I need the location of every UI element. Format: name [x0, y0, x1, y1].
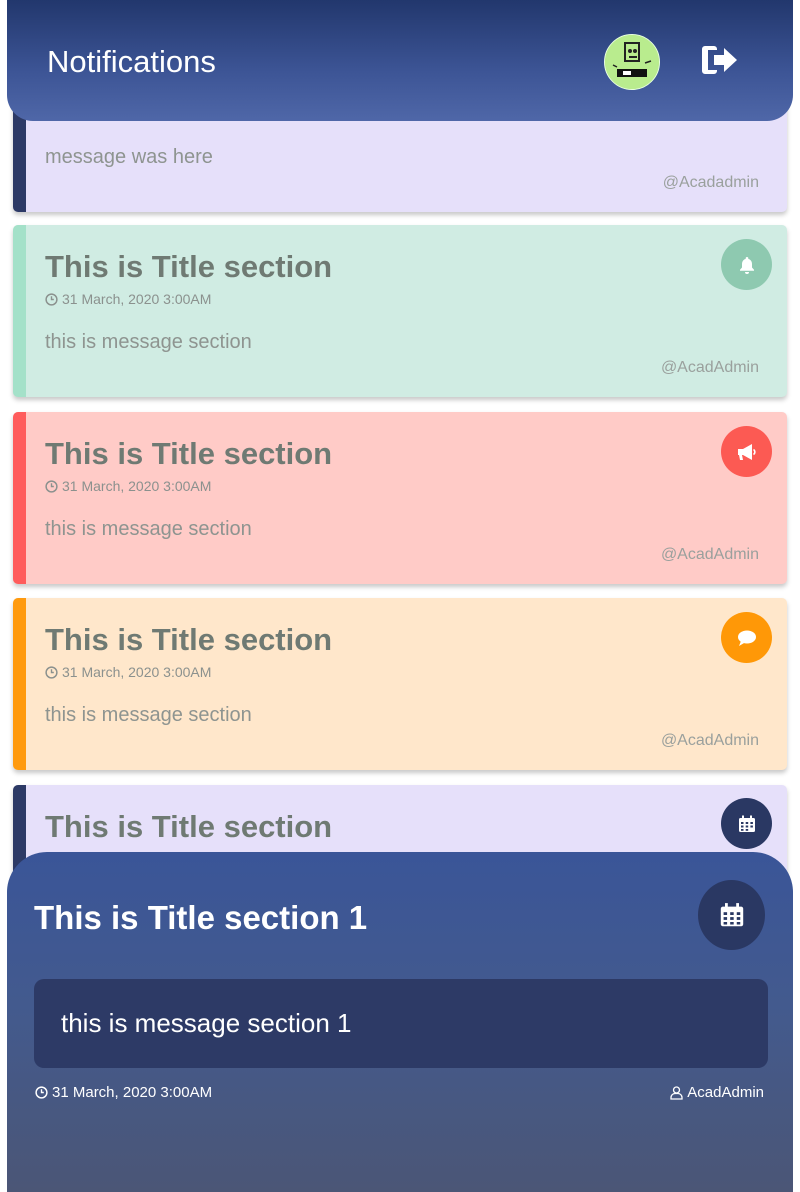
- sign-out-icon[interactable]: [700, 40, 740, 80]
- avatar-image: [605, 35, 659, 89]
- page-title: Notifications: [47, 44, 216, 79]
- card-stripe: [13, 412, 26, 584]
- notification-card[interactable]: This is Title section 31 March, 2020 3:0…: [13, 598, 787, 770]
- detail-author: AcadAdmin: [670, 1084, 764, 1101]
- card-author: @AcadAdmin: [660, 359, 759, 376]
- detail-message: this is message section 1: [34, 979, 768, 1068]
- card-author: @AcadAdmin: [660, 732, 759, 749]
- card-stripe: [13, 225, 26, 397]
- calendar-icon: [698, 880, 765, 950]
- calendar-icon: [721, 798, 772, 849]
- card-message: this is message section: [45, 518, 252, 540]
- app-header: Notifications: [7, 0, 793, 121]
- comment-icon: [721, 612, 772, 663]
- avatar[interactable]: [604, 34, 660, 90]
- clock-icon: [45, 479, 58, 493]
- detail-author-text: AcadAdmin: [687, 1084, 764, 1101]
- card-message: this is message section: [45, 331, 252, 353]
- card-message: this is message section: [45, 704, 252, 726]
- clock-icon: [35, 1086, 48, 1099]
- card-date-text: 31 March, 2020 3:00AM: [62, 478, 212, 494]
- megaphone-icon: [721, 426, 772, 477]
- card-title: This is Title section: [45, 436, 333, 471]
- detail-title: This is Title section 1: [34, 899, 368, 936]
- card-message: message was here: [45, 146, 213, 168]
- notification-card[interactable]: This is Title section 31 March, 2020 3:0…: [13, 412, 787, 584]
- card-title: This is Title section: [45, 249, 333, 284]
- clock-icon: [45, 665, 58, 679]
- card-author: @Acadadmin: [662, 174, 759, 191]
- bell-icon: [721, 239, 772, 290]
- user-icon: [670, 1085, 683, 1100]
- card-title: This is Title section: [45, 622, 333, 657]
- detail-date: 31 March, 2020 3:00AM: [35, 1084, 212, 1101]
- card-title: This is Title section: [45, 809, 333, 844]
- card-author: @AcadAdmin: [660, 546, 759, 563]
- card-date: 31 March, 2020 3:00AM: [45, 664, 211, 680]
- card-date-text: 31 March, 2020 3:00AM: [62, 291, 212, 307]
- clock-icon: [45, 292, 58, 306]
- card-date: 31 March, 2020 3:00AM: [45, 291, 211, 307]
- notification-detail-sheet[interactable]: This is Title section 1 this is message …: [7, 852, 793, 1192]
- card-stripe: [13, 598, 26, 770]
- card-date-text: 31 March, 2020 3:00AM: [62, 664, 212, 680]
- detail-date-text: 31 March, 2020 3:00AM: [52, 1084, 213, 1101]
- notification-card[interactable]: This is Title section 31 March, 2020 3:0…: [13, 225, 787, 397]
- card-date: 31 March, 2020 3:00AM: [45, 478, 211, 494]
